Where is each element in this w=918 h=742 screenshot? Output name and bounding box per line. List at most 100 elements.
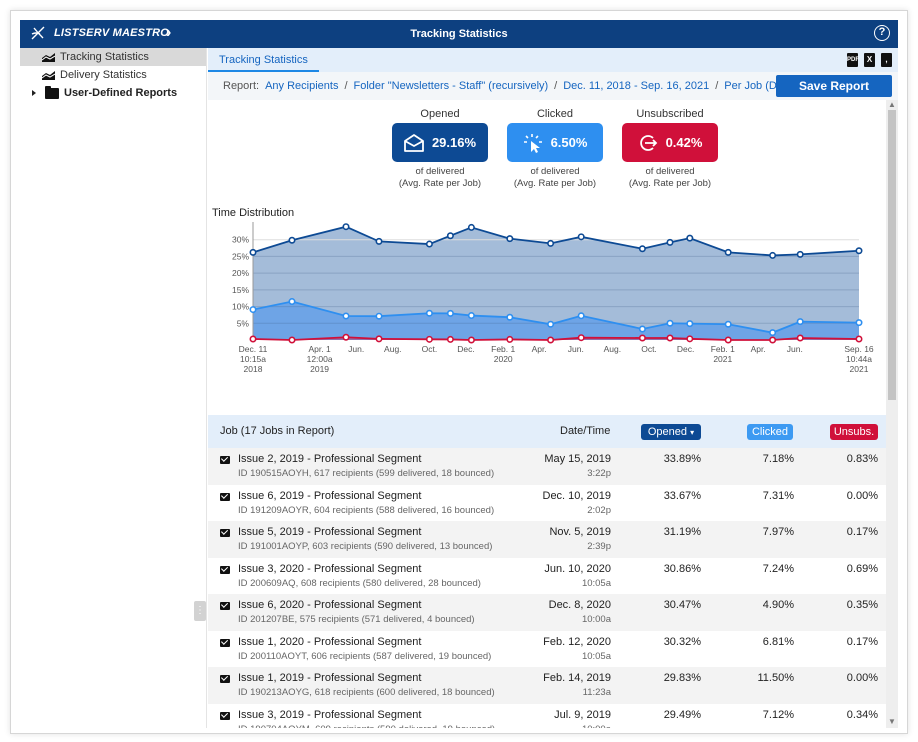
data-point-unsubscribed — [446, 335, 454, 343]
envelope-icon — [220, 675, 230, 683]
scroll-up-icon[interactable]: ▲ — [886, 100, 898, 109]
data-point-opened — [425, 240, 433, 248]
job-time: 10:05a — [581, 650, 611, 662]
job-details: ID 200110AOYT, 606 recipients (587 deliv… — [238, 650, 492, 662]
scroll-down-icon[interactable]: ▼ — [886, 717, 898, 726]
col-header-date[interactable]: Date/Time — [560, 415, 610, 448]
metric-summary: Opened 29.16% of delivered (Avg. Rate per… — [392, 108, 718, 190]
scrollbar-thumb[interactable] — [888, 110, 896, 400]
data-point-clicked — [375, 312, 383, 320]
x-tick-line: Oct. — [641, 344, 657, 354]
tab-tracking-statistics[interactable]: Tracking Statistics — [208, 48, 319, 72]
table-row[interactable]: Issue 6, 2019 - Professional Segment ID 1… — [208, 485, 886, 522]
pdf-export-icon[interactable]: PDF — [847, 53, 859, 67]
col-header-unsubs[interactable]: Unsubs. — [830, 424, 878, 440]
metric-caption-line: (Avg. Rate per Job) — [513, 178, 597, 189]
job-title[interactable]: Issue 6, 2020 - Professional Segment — [238, 599, 421, 611]
vertical-scrollbar[interactable]: ▲ ▼ — [886, 100, 898, 728]
job-time: 10:00a — [582, 724, 611, 729]
x-tick-line: Feb. 1 — [491, 344, 515, 354]
job-title[interactable]: Issue 3, 2019 - Professional Segment — [238, 709, 421, 721]
table-row[interactable]: Issue 3, 2019 - Professional Segment ID 1… — [208, 704, 886, 729]
x-tick-line: Jun. — [787, 344, 803, 354]
data-point-unsubscribed — [724, 336, 732, 344]
expand-caret-icon[interactable] — [32, 90, 36, 96]
unsubscribed-rate: 0.00% — [846, 489, 878, 502]
unsubscribed-rate: 0.69% — [846, 562, 878, 575]
envelope-icon — [220, 529, 230, 537]
data-point-unsubscribed — [577, 334, 585, 342]
sidebar-item-tracking-statistics[interactable]: Tracking Statistics — [20, 48, 206, 66]
y-tick-label: 10% — [232, 302, 249, 312]
metric-caption-line: of delivered — [530, 166, 580, 177]
opened-rate: 33.89% — [663, 453, 701, 465]
job-title[interactable]: Issue 1, 2019 - Professional Segment — [238, 672, 421, 684]
col-header-clicked[interactable]: Clicked — [747, 424, 793, 440]
table-row[interactable]: Issue 1, 2020 - Professional Segment ID 2… — [208, 631, 886, 668]
exit-icon — [639, 134, 657, 151]
jobs-table: Job (17 Jobs in Report) Date/Time Opened… — [208, 415, 886, 728]
help-icon[interactable]: ? — [874, 25, 890, 41]
opened-rate: 31.19% — [663, 526, 701, 538]
metric-caption-line: (Avg. Rate per Job) — [628, 178, 712, 189]
data-point-clicked — [342, 312, 350, 320]
job-title[interactable]: Issue 1, 2020 - Professional Segment — [238, 636, 421, 648]
csv-export-icon[interactable]: , — [881, 53, 892, 67]
unsubscribed-rate: 0.35% — [846, 599, 878, 611]
x-tick-label: Oct. — [422, 344, 438, 354]
table-row[interactable]: Issue 2, 2019 - Professional Segment ID 1… — [208, 448, 886, 485]
x-tick-line: 10:15a — [240, 354, 266, 364]
table-row[interactable]: Issue 1, 2019 - Professional Segment ID 1… — [208, 667, 886, 704]
report-crumb-date-range[interactable]: Dec. 11, 2018 - Sep. 16, 2021 — [563, 80, 709, 92]
x-tick-line: Jun. — [568, 344, 584, 354]
opened-rate: 29.49% — [663, 708, 701, 721]
chart-area-icon — [42, 52, 55, 62]
job-title[interactable]: Issue 2, 2019 - Professional Segment — [238, 453, 421, 465]
crumb-separator: / — [344, 80, 348, 92]
clicked-rate: 7.18% — [762, 453, 794, 465]
click-icon — [523, 133, 542, 153]
excel-export-icon[interactable]: X — [864, 53, 875, 67]
data-point-opened — [686, 234, 694, 242]
col-header-opened[interactable]: Opened ▾ — [641, 424, 701, 440]
sidebar-item-user-defined-reports[interactable]: User-Defined Reports — [20, 84, 206, 102]
sidebar-resize-handle[interactable]: ⋮ — [194, 601, 206, 621]
report-breadcrumb: Report: Any Recipients / Folder "Newslet… — [208, 72, 898, 100]
unsubscribed-rate: 0.83% — [846, 453, 878, 465]
job-title[interactable]: Issue 6, 2019 - Professional Segment — [238, 490, 421, 502]
clicked-rate: 11.50% — [757, 672, 795, 684]
data-point-unsubscribed — [666, 334, 674, 342]
time-distribution-chart: 5% 10% 15% 20% 25% 30% Dec. 11 10:15a 2018 Apr. 1… — [232, 222, 874, 374]
data-point-opened — [342, 223, 350, 231]
job-title[interactable]: Issue 3, 2020 - Professional Segment — [238, 563, 421, 575]
metric-box: 6.50% — [507, 123, 603, 162]
job-time: 11:23a — [582, 687, 611, 698]
col-header-job: Job (17 Jobs in Report) — [220, 425, 335, 437]
clicked-rate: 4.90% — [762, 599, 794, 611]
metric-caption: of delivered (Avg. Rate per Job) — [622, 166, 718, 190]
data-point-opened — [506, 235, 514, 243]
table-row[interactable]: Issue 3, 2020 - Professional Segment ID 2… — [208, 558, 886, 595]
x-tick-line: 10:44a — [846, 354, 872, 364]
save-report-button[interactable]: Save Report — [776, 75, 892, 97]
report-crumb-folder[interactable]: Folder "Newsletters - Staff" (recursivel… — [354, 80, 549, 92]
table-row[interactable]: Issue 6, 2020 - Professional Segment ID 2… — [208, 594, 886, 631]
x-tick-line: Apr. — [532, 344, 547, 354]
data-point-clicked — [288, 298, 296, 306]
tab-bar: Tracking Statistics PDF X , — [208, 48, 898, 72]
y-tick-label: 15% — [232, 285, 249, 295]
table-row[interactable]: Issue 5, 2019 - Professional Segment ID 1… — [208, 521, 886, 558]
metric-clicked: Clicked 6.50% of delivered (Avg. Rate per… — [507, 108, 603, 190]
data-point-opened — [577, 233, 585, 241]
opened-rate: 33.67% — [663, 489, 701, 502]
x-tick-line: Jun. — [348, 344, 364, 354]
job-date: Feb. 14, 2019 — [543, 672, 611, 684]
job-date: Jun. 10, 2020 — [544, 562, 611, 575]
x-tick-line: Dec. — [457, 344, 474, 354]
data-point-unsubscribed — [638, 334, 646, 342]
report-crumb-recipients[interactable]: Any Recipients — [265, 80, 338, 92]
job-title[interactable]: Issue 5, 2019 - Professional Segment — [238, 526, 421, 538]
sidebar-item-delivery-statistics[interactable]: Delivery Statistics — [20, 66, 206, 84]
metric-value: 29.16% — [431, 135, 477, 150]
job-time: 2:39p — [587, 541, 611, 552]
